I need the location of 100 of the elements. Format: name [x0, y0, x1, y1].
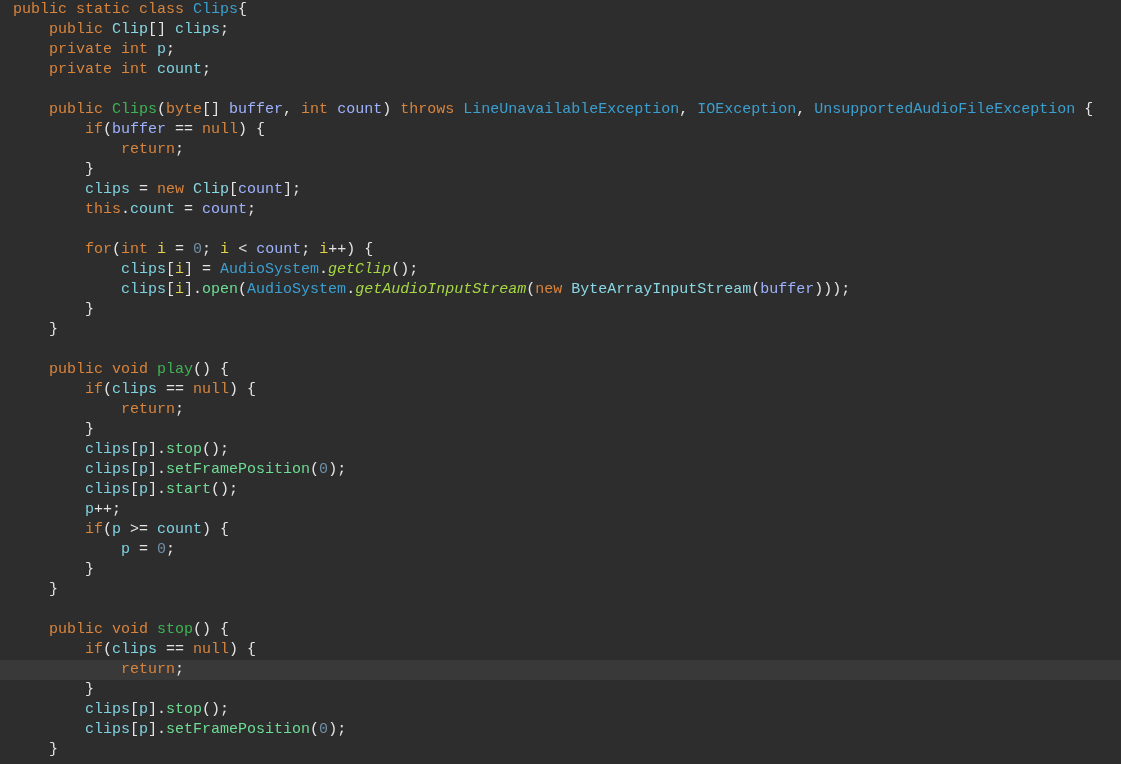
type-name: Clip	[193, 180, 230, 200]
field-name: p	[121, 540, 130, 560]
keyword: public	[49, 20, 104, 40]
code-symbols: (	[751, 280, 761, 300]
field-name: clips	[85, 480, 130, 500]
code-symbols: ].	[148, 480, 167, 500]
code-symbols: ) {	[229, 380, 257, 400]
field-name: p	[112, 520, 122, 540]
class-name: LineUnavailableException	[463, 100, 680, 120]
keyword: private int	[49, 60, 150, 80]
method-name: Clips	[112, 100, 158, 120]
code-symbols: (	[112, 240, 122, 260]
code-symbols: .	[121, 200, 131, 220]
code-symbols: );	[328, 460, 347, 480]
keyword: if	[85, 520, 103, 540]
code-symbols: .	[346, 280, 356, 300]
code-symbols: )));	[814, 280, 851, 300]
number-literal: 0	[319, 460, 329, 480]
number-literal: 0	[193, 240, 203, 260]
code-symbols: ,	[283, 100, 294, 120]
class-name: IOException	[697, 100, 797, 120]
code-symbols: (	[310, 720, 320, 740]
code-symbols: [	[166, 280, 176, 300]
keyword: return	[121, 400, 175, 420]
code-symbols: [	[130, 720, 140, 740]
class-name: UnsupportedAudioFileException	[814, 100, 1076, 120]
type-name: ByteArrayInputStream	[571, 280, 752, 300]
code-symbols: }	[85, 680, 94, 700]
keyword: null	[193, 380, 230, 400]
field-name: clips	[85, 460, 130, 480]
field-name: p	[157, 40, 167, 60]
field-name: clips	[112, 640, 158, 660]
code-symbols: ;	[166, 40, 176, 60]
field-name: count	[157, 520, 203, 540]
variable-name: i	[319, 240, 329, 260]
parameter-name: buffer	[760, 280, 815, 300]
code-symbols: ].	[148, 700, 167, 720]
parameter-name: buffer	[229, 100, 284, 120]
code-symbols: (	[103, 120, 113, 140]
code-symbols: []	[202, 100, 222, 120]
code-symbols: }	[49, 740, 58, 760]
keyword: public	[49, 100, 104, 120]
class-name: Clips	[193, 0, 239, 20]
code-symbols: ;	[202, 240, 213, 260]
method-call: open	[202, 280, 239, 300]
code-symbols: ;	[301, 240, 312, 260]
code-symbols: =	[174, 240, 186, 260]
code-symbols: ) {	[229, 640, 257, 660]
code-symbols: [	[130, 440, 140, 460]
static-method-call: getAudioInputStream	[355, 280, 527, 300]
code-symbols: ) {	[202, 520, 230, 540]
code-symbols: =	[183, 200, 195, 220]
code-symbols: ();	[202, 700, 230, 720]
code-symbols: )	[382, 100, 393, 120]
code-symbols: ==	[165, 640, 186, 660]
keyword: public void	[49, 360, 150, 380]
code-symbols: [	[166, 260, 176, 280]
code-symbols: (	[103, 640, 113, 660]
keyword: if	[85, 120, 103, 140]
parameter-name: buffer	[112, 120, 167, 140]
code-symbols: ++) {	[328, 240, 374, 260]
code-symbols: () {	[193, 360, 230, 380]
code-symbols: =	[138, 180, 150, 200]
code-symbols: ==	[174, 120, 195, 140]
code-symbols: ].	[184, 280, 203, 300]
keyword: this	[85, 200, 121, 220]
code-symbols: [	[229, 180, 239, 200]
code-symbols: ++;	[94, 500, 122, 520]
code-symbols: ) {	[238, 120, 266, 140]
parameter-name: count	[256, 240, 302, 260]
keyword: int	[301, 100, 330, 120]
method-call: setFramePosition	[166, 460, 311, 480]
code-symbols: ();	[202, 440, 230, 460]
keyword: throws	[400, 100, 456, 120]
code-symbols: ;	[247, 200, 257, 220]
field-name: clips	[175, 20, 221, 40]
field-name: p	[139, 480, 149, 500]
variable-name: i	[220, 240, 230, 260]
method-call: start	[166, 480, 212, 500]
keyword: null	[193, 640, 230, 660]
code-symbols: [	[130, 460, 140, 480]
code-symbols: }	[49, 320, 58, 340]
keyword: if	[85, 640, 103, 660]
number-literal: 0	[319, 720, 329, 740]
field-name: clips	[85, 180, 130, 200]
keyword: public void	[49, 620, 150, 640]
static-method-call: getClip	[328, 260, 392, 280]
field-name: count	[130, 200, 176, 220]
method-call: stop	[166, 700, 203, 720]
code-symbols: (	[310, 460, 320, 480]
keyword: return	[121, 660, 175, 680]
variable-name: i	[157, 240, 167, 260]
code-symbols: ,	[679, 100, 690, 120]
class-name: AudioSystem	[247, 280, 347, 300]
code-symbols: }	[85, 560, 94, 580]
code-symbols: ;	[175, 400, 185, 420]
code-symbols: ==	[165, 380, 186, 400]
code-symbols: ;	[175, 140, 185, 160]
code-symbols: ].	[148, 440, 167, 460]
code-symbols: ;	[220, 20, 230, 40]
